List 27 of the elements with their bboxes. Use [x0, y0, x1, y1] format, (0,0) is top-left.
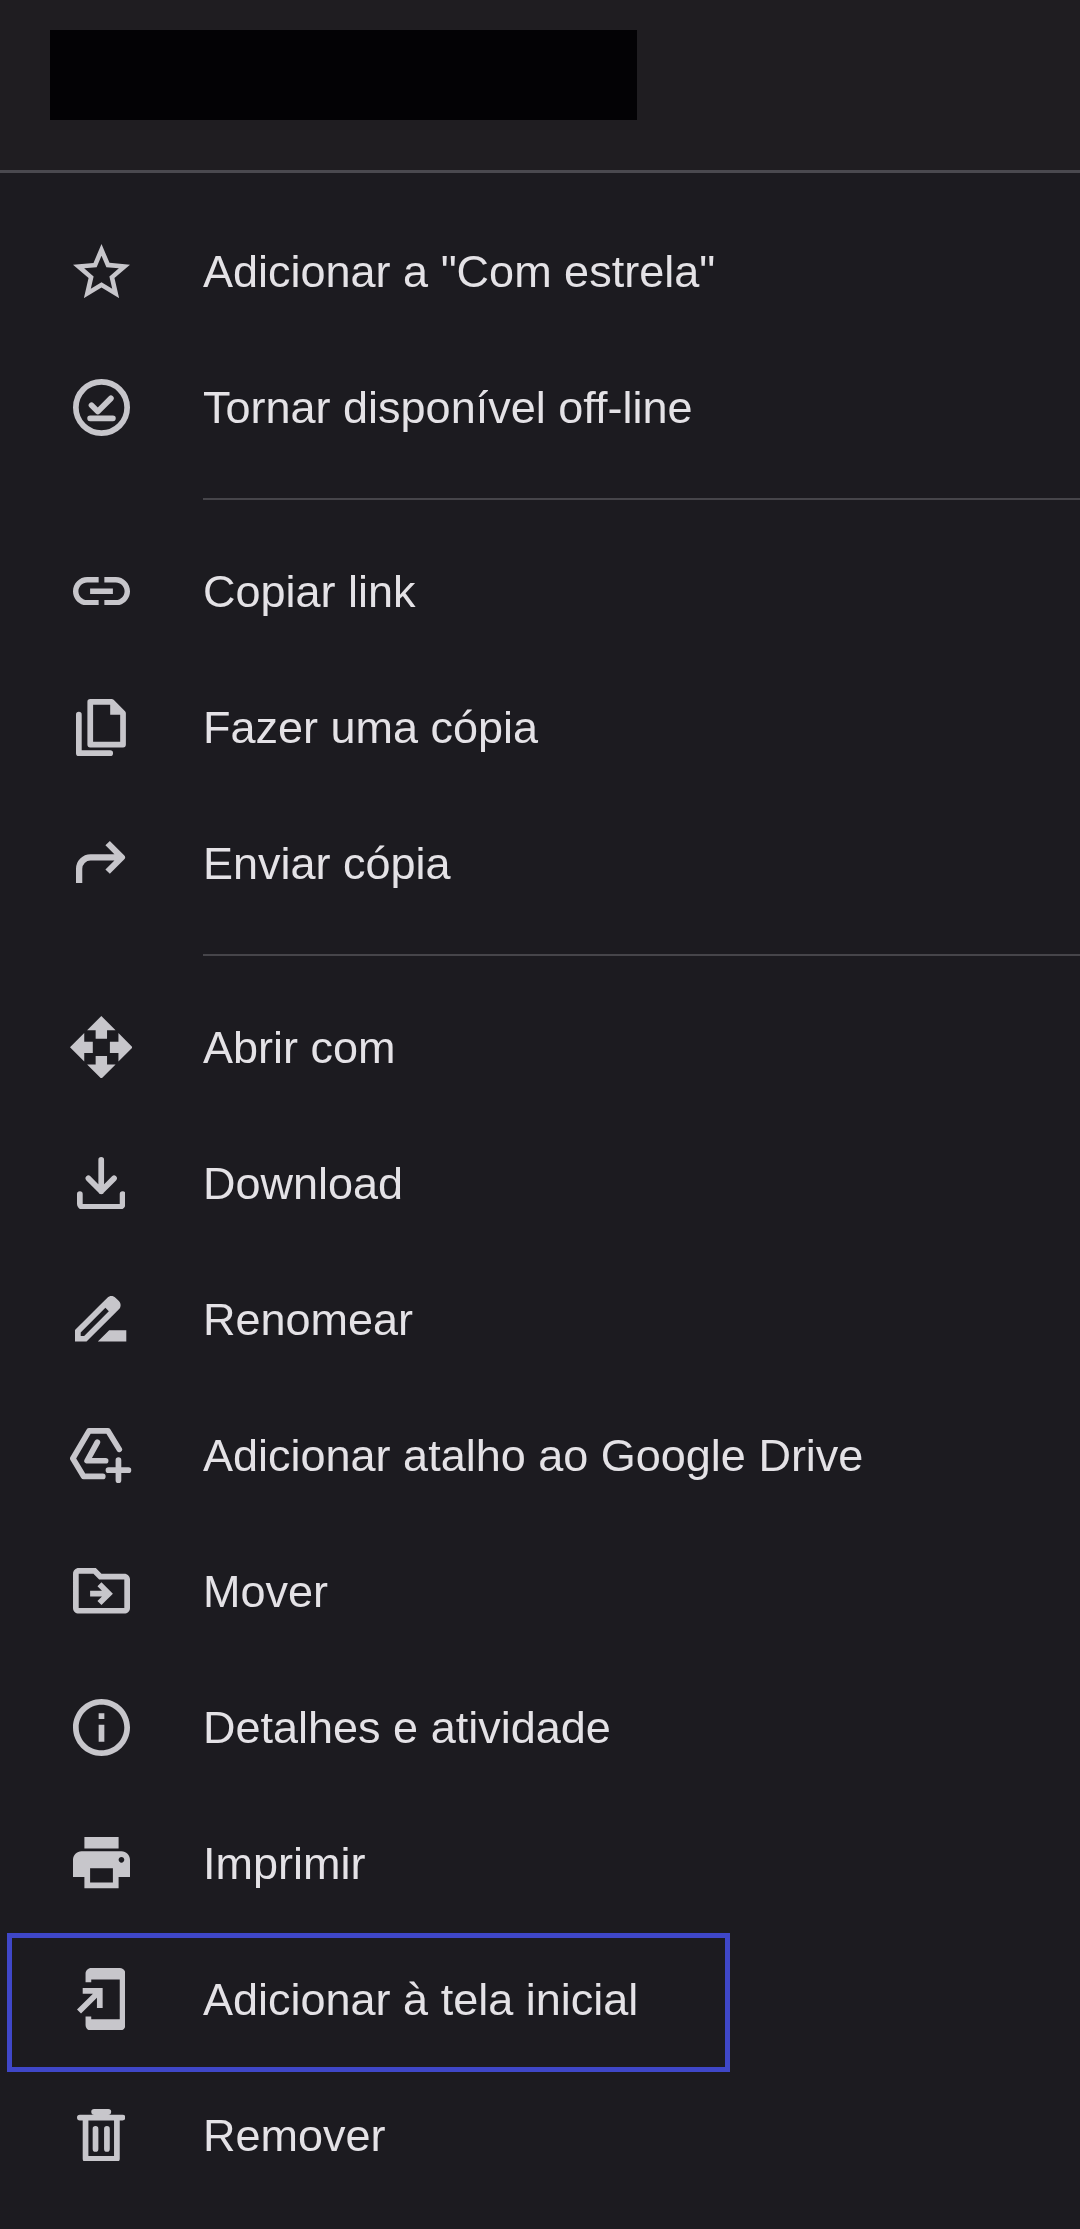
menu-item[interactable]: Tornar disponível off-line — [0, 339, 1080, 475]
menu-item[interactable]: Download — [0, 1115, 1080, 1251]
four-arrows-icon — [69, 1015, 133, 1079]
printer-icon — [72, 1837, 130, 1889]
copy-icon — [76, 698, 126, 756]
menu-item[interactable]: Adicionar à tela inicial — [0, 1931, 1080, 2067]
menu-item[interactable]: Enviar cópia — [0, 795, 1080, 931]
phone-arrow-icon — [76, 1967, 126, 2031]
info-icon — [72, 1698, 130, 1756]
star-icon — [72, 243, 130, 299]
trash-icon — [76, 2108, 126, 2162]
triangle-plus-icon — [70, 1427, 132, 1483]
menu-item[interactable]: Imprimir — [0, 1795, 1080, 1931]
menu-item[interactable]: Mover — [0, 1523, 1080, 1659]
pencil-icon — [75, 1296, 127, 1342]
menu-item[interactable]: Remover — [0, 2067, 1080, 2203]
menu-item[interactable]: Adicionar atalho ao Google Drive — [0, 1387, 1080, 1523]
menu-item[interactable]: Adicionar a "Com estrela" — [0, 203, 1080, 339]
circle-check-icon — [72, 378, 130, 436]
menu-item[interactable]: Renomear — [0, 1251, 1080, 1387]
menu-item[interactable]: Copiar link — [0, 523, 1080, 659]
menu-item[interactable]: Fazer uma cópia — [0, 659, 1080, 795]
link-icon — [72, 576, 130, 606]
download-icon — [76, 1156, 126, 1210]
folder-arrow-icon — [72, 1568, 130, 1614]
menu-item[interactable]: Detalhes e atividade — [0, 1659, 1080, 1795]
menu-item[interactable]: Abrir com — [0, 979, 1080, 1115]
